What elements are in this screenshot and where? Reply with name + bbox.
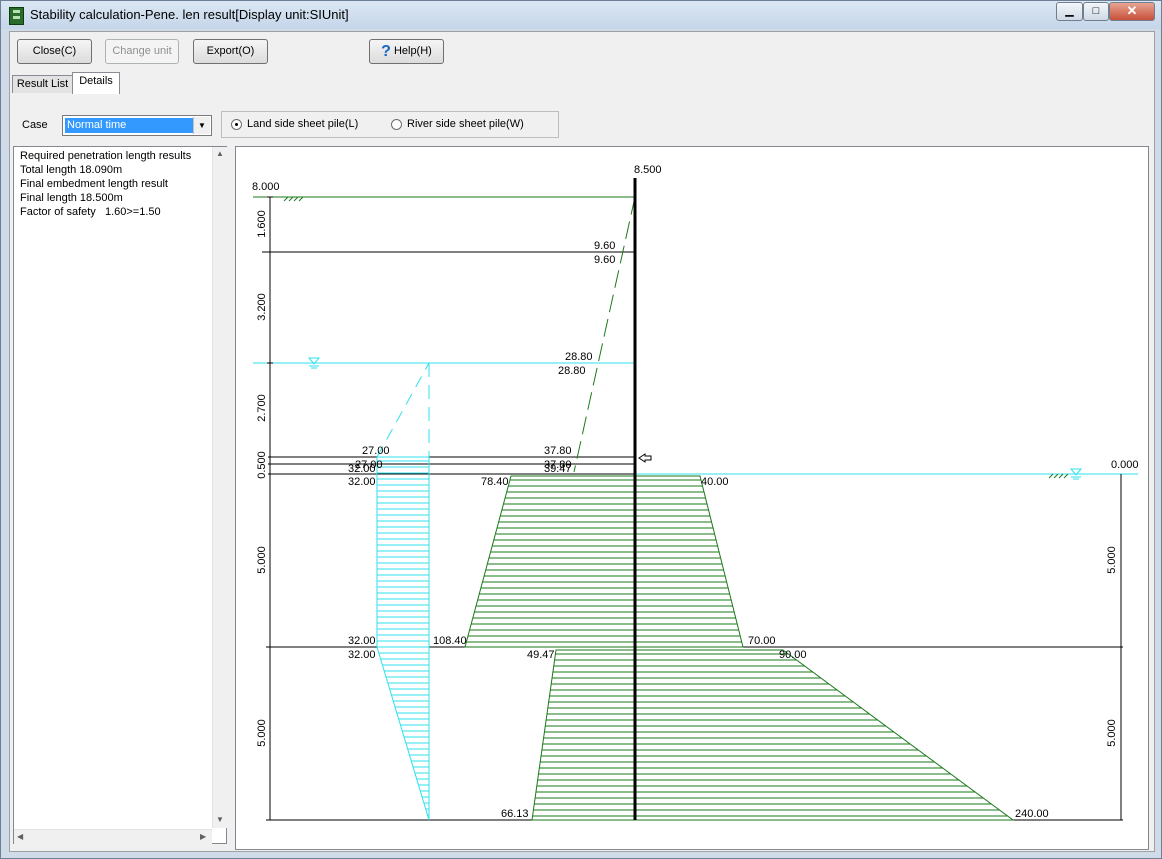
earth-pressure-block	[464, 475, 744, 648]
scroll-left-icon[interactable]: ◀	[17, 832, 23, 841]
value-label: 9.60	[594, 254, 615, 266]
earth-pressure-hatch	[532, 653, 1013, 817]
earth-pressure-dashed	[573, 196, 636, 473]
scroll-right-icon[interactable]: ▶	[200, 832, 206, 841]
dimension-label: 5.000	[1106, 546, 1118, 574]
tab-details-label: Details	[79, 75, 113, 87]
ground-symbol-icon	[283, 196, 304, 202]
details-panel: Case Normal time ▼ Land side sheet pile(…	[10, 94, 1154, 851]
tab-result-list[interactable]: Result List	[12, 75, 73, 93]
arrow-marker-icon	[638, 453, 652, 463]
results-list[interactable]: Required penetration length results Tota…	[13, 146, 227, 844]
help-icon: ?	[381, 43, 391, 60]
earth-pressure-block	[531, 649, 1015, 821]
water-pressure-edge	[376, 646, 430, 821]
dimension-label: 5.000	[256, 719, 268, 747]
value-label: 240.00	[1015, 808, 1049, 820]
dimension-label: 5.000	[1106, 719, 1118, 747]
value-label: 49.47	[527, 649, 555, 661]
value-label: 32.00	[348, 463, 376, 475]
value-label: 32.00	[348, 635, 376, 647]
value-label: 40.00	[701, 476, 729, 488]
radio-land-side-circle[interactable]	[231, 118, 242, 130]
maximize-icon: □	[1092, 5, 1100, 17]
earth-pressure-hatch	[465, 479, 743, 643]
tab-strip: Result List Details	[10, 72, 1154, 95]
result-line: Final length 18.500m	[20, 192, 123, 204]
export-button-label: Export(O)	[206, 45, 255, 57]
value-label: 39.47	[544, 463, 572, 475]
result-line: Factor of safety 1.60>=1.50	[20, 206, 161, 218]
close-icon: ✕	[1126, 3, 1138, 18]
radio-river-side-circle[interactable]	[391, 118, 402, 130]
help-button-label: Help(H)	[393, 45, 432, 57]
sheet-pile-radio-group: Land side sheet pile(L) River side sheet…	[221, 111, 559, 138]
value-label: 37.80	[544, 445, 572, 457]
value-label: 70.00	[748, 635, 776, 647]
result-line: Total length 18.090m	[20, 164, 123, 176]
value-label: 28.80	[558, 365, 586, 377]
right-level-label: 0.000	[1111, 459, 1139, 471]
app-window: Stability calculation-Pene. len result[D…	[0, 0, 1162, 859]
diagram-svg: 8.500 8.000 0.000 1.600 3.200 2.700 0.50…	[252, 164, 1139, 821]
scroll-down-icon[interactable]: ▼	[216, 815, 224, 824]
case-select-value: Normal time	[65, 118, 194, 133]
export-button[interactable]: Export(O)	[193, 39, 268, 64]
case-select[interactable]: Normal time ▼	[62, 115, 212, 136]
value-label: 66.13	[501, 808, 529, 820]
dimension-label: 0.500	[256, 451, 268, 479]
dimension-label: 5.000	[256, 546, 268, 574]
value-label: 28.80	[565, 351, 593, 363]
radio-river-side-label: River side sheet pile(W)	[407, 118, 524, 130]
horizontal-scrollbar[interactable]: ◀ ▶	[14, 829, 212, 844]
title-bar[interactable]: Stability calculation-Pene. len result[D…	[1, 1, 1161, 29]
minimize-button[interactable]: ▁	[1056, 2, 1083, 21]
close-button-label: Close(C)	[32, 45, 77, 57]
client-area: Close(C) Change unit Export(O) ? Help(H) …	[9, 31, 1155, 852]
dimension-label: 1.600	[256, 210, 268, 238]
scroll-up-icon[interactable]: ▲	[216, 149, 224, 158]
radio-river-side[interactable]: River side sheet pile(W)	[391, 118, 524, 130]
dimension-label: 3.200	[256, 293, 268, 321]
value-label: 90.00	[779, 649, 807, 661]
radio-land-side-label: Land side sheet pile(L)	[247, 118, 359, 130]
window-title: Stability calculation-Pene. len result[D…	[30, 7, 349, 22]
close-window-button[interactable]: ✕	[1109, 2, 1155, 21]
result-line: Required penetration length results	[20, 150, 192, 162]
app-icon	[9, 7, 24, 25]
pressure-diagram: 8.500 8.000 0.000 1.600 3.200 2.700 0.50…	[235, 146, 1149, 850]
tab-details[interactable]: Details	[72, 72, 120, 94]
value-label: 27.00	[362, 445, 390, 457]
left-top-label: 8.000	[252, 181, 280, 193]
value-label: 32.00	[348, 476, 376, 488]
change-unit-button[interactable]: Change unit	[105, 39, 179, 64]
value-label: 32.00	[348, 649, 376, 661]
change-unit-label: Change unit	[112, 45, 172, 57]
value-label: 108.40	[433, 635, 467, 647]
minimize-icon: ▁	[1065, 5, 1074, 17]
water-pressure-dashed	[376, 362, 430, 458]
maximize-button[interactable]: □	[1083, 2, 1109, 21]
value-label: 9.60	[594, 240, 615, 252]
radio-land-side[interactable]: Land side sheet pile(L)	[231, 118, 358, 130]
chevron-down-icon[interactable]: ▼	[193, 117, 210, 134]
help-button[interactable]: ? Help(H)	[369, 39, 444, 64]
water-pressure-hatch	[377, 460, 429, 816]
close-button[interactable]: Close(C)	[17, 39, 92, 64]
ground-symbol-icon	[1048, 473, 1069, 479]
result-line: Final embedment length result	[20, 178, 168, 190]
case-label: Case	[22, 119, 48, 131]
tab-result-list-label: Result List	[16, 78, 69, 90]
dimension-label: 2.700	[256, 394, 268, 422]
pile-top-label: 8.500	[634, 164, 662, 176]
vertical-scrollbar[interactable]: ▲ ▼	[212, 147, 227, 828]
value-label: 78.40	[481, 476, 509, 488]
